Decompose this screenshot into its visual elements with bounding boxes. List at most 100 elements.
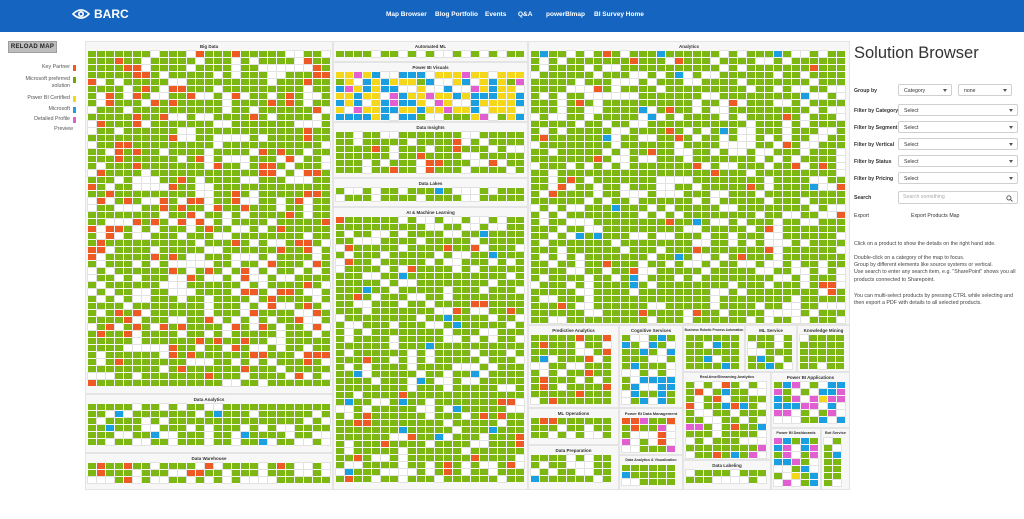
product-tile[interactable] [231,379,241,387]
product-tile[interactable] [286,352,294,358]
product-tile[interactable] [453,107,461,113]
product-tile[interactable] [549,455,557,461]
product-tile[interactable] [417,378,425,384]
product-tile[interactable] [516,392,524,398]
product-tile[interactable] [603,296,611,302]
nav-powerbimap[interactable]: powerBImap [546,11,585,18]
product-tile[interactable] [836,148,846,156]
product-tile[interactable] [124,275,132,281]
product-tile[interactable] [531,156,539,162]
product-tile[interactable] [531,275,539,281]
product-tile[interactable] [295,418,303,424]
product-tile[interactable] [390,93,398,99]
product-tile[interactable] [791,211,801,219]
product-tile[interactable] [142,226,150,232]
product-tile[interactable] [150,323,160,331]
product-tile[interactable] [621,275,629,281]
product-tile[interactable] [336,231,344,237]
product-tile[interactable] [444,322,452,328]
product-tile[interactable] [480,86,488,92]
product-tile[interactable] [479,328,489,336]
product-tile[interactable] [801,254,809,260]
product-tile[interactable] [142,470,150,476]
product-tile[interactable] [801,156,809,162]
product-tile[interactable] [313,425,321,431]
product-tile[interactable] [576,184,584,190]
product-tile[interactable] [489,139,497,145]
product-tile[interactable] [345,378,353,384]
product-tile[interactable] [435,448,443,454]
product-tile[interactable] [160,439,168,445]
product-tile[interactable] [286,135,294,141]
product-tile[interactable] [390,280,398,286]
product-tile[interactable] [819,275,827,281]
product-tile[interactable] [399,139,407,145]
product-tile[interactable] [124,198,132,204]
product-tile[interactable] [380,279,390,287]
product-tile[interactable] [515,286,525,294]
product-tile[interactable] [204,358,214,366]
product-tile[interactable] [303,462,313,470]
product-tile[interactable] [169,268,177,274]
product-tile[interactable] [178,463,186,469]
product-tile[interactable] [639,431,649,439]
product-tile[interactable] [380,159,390,167]
product-tile[interactable] [399,322,407,328]
product-tile[interactable] [204,438,214,446]
product-tile[interactable] [390,294,398,300]
product-tile[interactable] [196,282,204,288]
product-tile[interactable] [603,107,611,113]
product-tile[interactable] [479,433,489,441]
product-tile[interactable] [722,470,730,476]
product-tile[interactable] [728,148,738,156]
product-tile[interactable] [738,254,746,260]
product-tile[interactable] [213,274,223,282]
product-tile[interactable] [295,233,303,239]
product-tile[interactable] [567,261,575,267]
product-tile[interactable] [620,148,630,156]
product-tile[interactable] [584,431,594,439]
product-tile[interactable] [389,335,399,343]
product-tile[interactable] [667,479,675,485]
product-tile[interactable] [692,253,702,261]
product-tile[interactable] [390,441,398,447]
product-tile[interactable] [363,434,371,440]
product-tile[interactable] [124,338,132,344]
product-tile[interactable] [621,233,629,239]
product-tile[interactable] [267,78,277,86]
product-tile[interactable] [141,295,151,303]
product-tile[interactable] [584,162,594,170]
product-tile[interactable] [792,58,800,64]
product-tile[interactable] [594,363,602,369]
product-tile[interactable] [828,396,836,402]
product-tile[interactable] [124,163,132,169]
product-tile[interactable] [471,146,479,152]
product-tile[interactable] [810,65,818,71]
product-tile[interactable] [407,363,417,371]
product-tile[interactable] [453,322,461,328]
product-tile[interactable] [321,358,331,366]
product-tile[interactable] [585,391,593,397]
product-tile[interactable] [783,410,791,416]
product-tile[interactable] [783,72,791,78]
product-tile[interactable] [810,254,818,260]
product-tile[interactable] [285,302,295,310]
product-tile[interactable] [390,100,398,106]
product-tile[interactable] [178,247,186,253]
product-tile[interactable] [336,434,344,440]
product-tile[interactable] [666,438,676,446]
product-tile[interactable] [603,363,611,369]
product-tile[interactable] [576,310,584,316]
product-tile[interactable] [704,424,712,430]
product-tile[interactable] [267,218,277,226]
product-tile[interactable] [684,198,692,204]
product-tile[interactable] [417,455,425,461]
product-tile[interactable] [748,363,756,369]
product-tile[interactable] [558,170,566,176]
product-tile[interactable] [549,86,557,92]
product-tile[interactable] [444,132,452,138]
product-tile[interactable] [531,212,539,218]
product-tile[interactable] [232,411,240,417]
product-tile[interactable] [602,197,612,205]
product-tile[interactable] [567,349,575,355]
